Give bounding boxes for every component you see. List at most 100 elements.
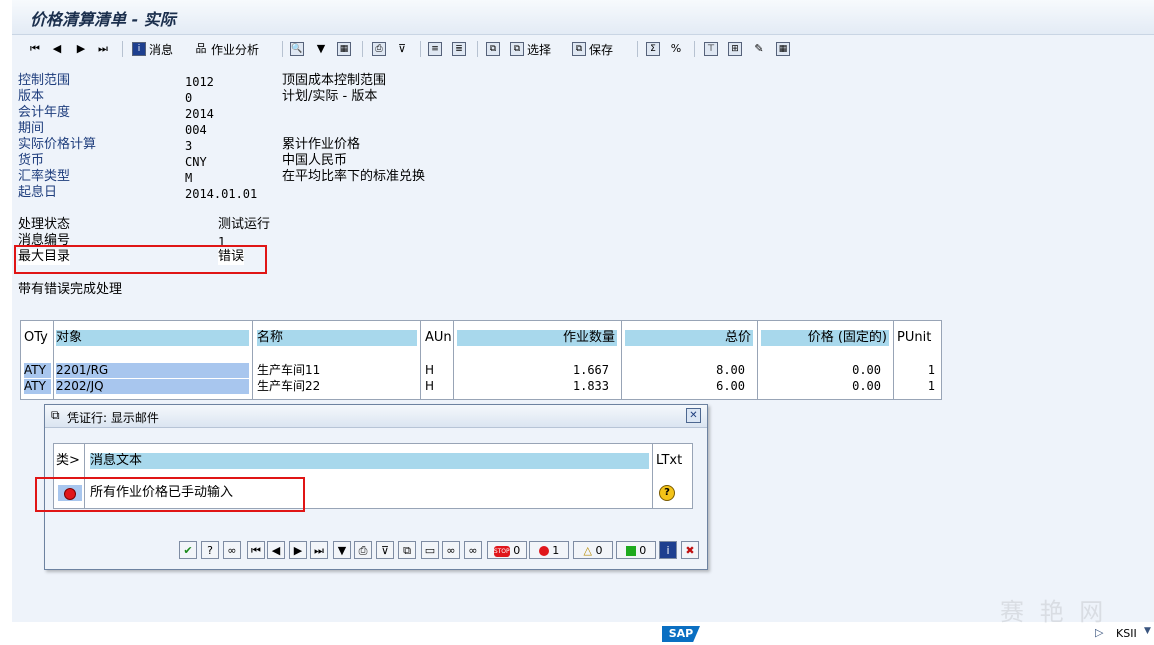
- dialog-close-button[interactable]: ✕: [686, 408, 701, 423]
- table-row-cell-object[interactable]: 2201/RG: [56, 363, 249, 378]
- column-header-object[interactable]: 对象: [56, 330, 249, 346]
- last-page-button[interactable]: ⏭: [96, 39, 110, 59]
- success-messages-button[interactable]: 0: [616, 541, 656, 559]
- table-row-cell-punit[interactable]: 1: [897, 379, 935, 394]
- column-header-total-price[interactable]: 总价: [625, 330, 753, 346]
- column-header-name[interactable]: 名称: [257, 330, 417, 346]
- toolbar-separator: [420, 41, 421, 57]
- table-row-cell-activity-quantity[interactable]: 1.667: [457, 363, 609, 378]
- processing-status-label: 处理状态: [18, 217, 71, 232]
- printer-icon: ⎙: [372, 42, 386, 56]
- column-header-message-text[interactable]: 消息文本: [90, 453, 649, 469]
- detail-button[interactable]: 🔍: [290, 39, 304, 59]
- table-row-cell-punit[interactable]: 1: [897, 363, 935, 378]
- table-row-cell-fixed-price[interactable]: 0.00: [761, 363, 881, 378]
- previous-page-button[interactable]: ◀: [50, 39, 64, 59]
- export-button[interactable]: ≡: [428, 39, 442, 59]
- first-page-button[interactable]: ⏮: [28, 39, 42, 59]
- column-header-aun[interactable]: AUn: [425, 330, 451, 346]
- save-list-button[interactable]: ▭: [421, 541, 439, 559]
- copy-button[interactable]: ⧉: [398, 541, 416, 559]
- table-row-cell-oty[interactable]: ATY: [24, 379, 51, 394]
- field-text-actual-price-calc: 累计作业价格: [282, 137, 361, 152]
- table-row-cell-total-price[interactable]: 6.00: [625, 379, 745, 394]
- table-row-cell-object[interactable]: 2202/JQ: [56, 379, 249, 394]
- success-icon: [625, 546, 636, 556]
- hierarchy-icon: 品: [195, 42, 207, 55]
- highlight-box: [14, 245, 267, 274]
- last-message-button[interactable]: ⏭: [310, 541, 328, 559]
- stop-icon: STOP: [493, 545, 510, 557]
- column-header-oty[interactable]: OTy: [24, 330, 52, 346]
- column-header-punit[interactable]: PUnit: [897, 330, 939, 346]
- view-button[interactable]: ≣: [452, 39, 466, 59]
- dialog-title-bar: ⧉ 凭证行: 显示邮件 ✕: [45, 405, 707, 428]
- select-button[interactable]: ⧉ 选择: [510, 39, 551, 59]
- previous-message-button[interactable]: ◀: [267, 541, 285, 559]
- info-button[interactable]: i: [659, 541, 677, 559]
- error-messages-button[interactable]: 1: [529, 541, 569, 559]
- column-header-fixed-price[interactable]: 价格 (固定的): [761, 330, 889, 346]
- cancel-button[interactable]: ✖: [681, 541, 699, 559]
- select-button-label: 选择: [527, 42, 552, 57]
- technical-info-button[interactable]: ∞: [223, 541, 241, 559]
- status-expand-icon[interactable]: ▷: [1095, 626, 1103, 639]
- table-row-cell-aun[interactable]: H: [425, 363, 451, 378]
- sort-button[interactable]: ⊽: [376, 541, 394, 559]
- next-message-button[interactable]: ▶: [289, 541, 307, 559]
- print-button[interactable]: ⎙: [372, 39, 386, 59]
- print-button[interactable]: ⎙: [354, 541, 372, 559]
- column-header-activity-quantity[interactable]: 作业数量: [457, 330, 617, 346]
- binoculars-icon: ∞: [446, 544, 456, 557]
- spreadsheet-icon: ⊞: [728, 42, 742, 56]
- filter-button[interactable]: ▼: [333, 541, 351, 559]
- find-next-button[interactable]: ∞: [464, 541, 482, 559]
- confirm-button[interactable]: ✔: [179, 541, 197, 559]
- warning-messages-button[interactable]: △ 0: [573, 541, 613, 559]
- column-header-long-text[interactable]: LTxt: [656, 453, 690, 469]
- find-button[interactable]: ∞: [442, 541, 460, 559]
- first-message-button[interactable]: ⏮: [247, 541, 265, 559]
- processing-status-value: 测试运行: [218, 217, 271, 232]
- message-button-label: 消息: [149, 42, 174, 57]
- copy-button[interactable]: ⧉: [486, 39, 500, 59]
- layout-button[interactable]: ▦: [337, 39, 351, 59]
- message-button[interactable]: i 消息: [132, 39, 173, 59]
- magnifier-icon: 🔍: [290, 42, 304, 56]
- graphic-icon: ⊤: [704, 42, 718, 56]
- help-button[interactable]: ?: [201, 541, 219, 559]
- previous-icon: ◀: [271, 544, 281, 557]
- help-icon: ?: [659, 485, 675, 501]
- watermark: 赛 艳 网: [1000, 598, 1108, 626]
- graphic-button[interactable]: ⊤: [704, 39, 718, 59]
- success-count: 0: [639, 544, 647, 557]
- chevron-down-icon[interactable]: ▼: [1144, 626, 1151, 636]
- edit-button[interactable]: ✎: [752, 39, 766, 59]
- percent-button[interactable]: %: [669, 39, 683, 59]
- highlight-box: [35, 477, 305, 512]
- price-list-grid: OTy 对象 名称 AUn 作业数量 总价 价格 (固定的) PUnit ATY…: [20, 320, 942, 400]
- calculator-button[interactable]: ▦: [776, 39, 790, 59]
- filter-button[interactable]: ▼: [314, 39, 328, 59]
- sum-button[interactable]: Σ: [646, 39, 660, 59]
- next-icon: ▶: [76, 42, 86, 55]
- save-button[interactable]: ⧉ 保存: [572, 39, 613, 59]
- table-row-cell-name[interactable]: 生产车间11: [257, 363, 417, 378]
- grid-divider: [420, 321, 421, 399]
- table-divider: [652, 444, 653, 508]
- long-text-button[interactable]: ?: [657, 484, 691, 502]
- table-row-cell-total-price[interactable]: 8.00: [625, 363, 745, 378]
- table-row-cell-name[interactable]: 生产车间22: [257, 379, 417, 394]
- toolbar-separator: [637, 41, 638, 57]
- subtotal-button[interactable]: ⊽: [395, 39, 409, 59]
- table-row-cell-aun[interactable]: H: [425, 379, 451, 394]
- activity-analysis-button[interactable]: 品 作业分析: [194, 39, 260, 59]
- column-header-type[interactable]: 类>: [56, 453, 83, 469]
- stop-messages-button[interactable]: STOP 0: [487, 541, 527, 559]
- table-row-cell-activity-quantity[interactable]: 1.833: [457, 379, 609, 394]
- spreadsheet-button[interactable]: ⊞: [728, 39, 742, 59]
- next-page-button[interactable]: ▶: [74, 39, 88, 59]
- table-row-cell-fixed-price[interactable]: 0.00: [761, 379, 881, 394]
- table-row-cell-oty[interactable]: ATY: [24, 363, 51, 378]
- sort-icon: ⊽: [380, 544, 390, 557]
